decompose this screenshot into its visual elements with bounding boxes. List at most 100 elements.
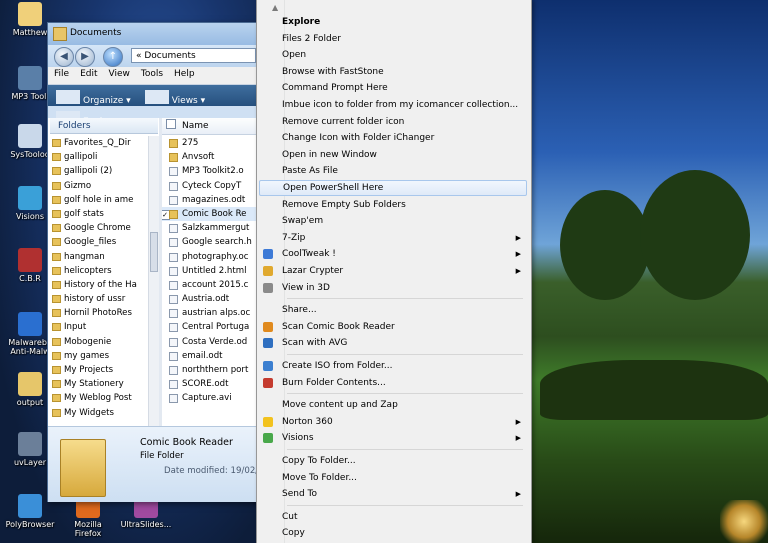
file-list-item[interactable]: norththern port <box>162 363 261 377</box>
menu-item-paste-as-file[interactable]: Paste As File <box>259 163 527 179</box>
folder-tree-item[interactable]: history of ussr <box>50 292 148 306</box>
menu-item-copy-to-folder[interactable]: Copy To Folder... <box>259 453 527 469</box>
file-list-item[interactable]: Costa Verde.od <box>162 335 261 349</box>
folder-tree-item[interactable]: History of the Ha <box>50 278 148 292</box>
file-list-item[interactable]: email.odt <box>162 349 261 363</box>
address-bar[interactable]: « Documents <box>131 48 256 63</box>
menu-item-change-icon-with-folder-ichanger[interactable]: Change Icon with Folder iChanger <box>259 130 527 146</box>
file-list-item[interactable]: Capture.avi <box>162 391 261 405</box>
folder-tree-item[interactable]: Google Chrome <box>50 221 148 235</box>
menu-item-explore[interactable]: Explore <box>259 14 527 30</box>
file-list-item[interactable]: magazines.odt <box>162 193 261 207</box>
folder-tree-item[interactable]: Gizmo <box>50 179 148 193</box>
file-name: Cyteck CopyT <box>182 180 242 191</box>
folder-tree-item[interactable]: Hornil PhotoRes <box>50 306 148 320</box>
menu-item-lazar-crypter[interactable]: Lazar Crypter ▶ <box>259 263 527 279</box>
folder-tree-item[interactable]: hangman <box>50 250 148 264</box>
folder-tree-item[interactable]: My Weblog Post <box>50 391 148 405</box>
menu-file[interactable]: File <box>48 67 74 79</box>
folder-icon <box>52 181 61 190</box>
file-list-item[interactable]: Salzkammergut <box>162 221 261 235</box>
folder-tree-item[interactable]: gallipoli <box>50 150 148 164</box>
menu-item-create-iso-from-folder[interactable]: Create ISO from Folder... <box>259 358 527 374</box>
menu-item-label: Open PowerShell Here <box>283 183 384 193</box>
explorer-window[interactable]: Documents ◀ ▶ ↑ « Documents File Edit View… <box>47 22 264 502</box>
file-list-item[interactable]: austrian alps.oc <box>162 306 261 320</box>
file-list-item[interactable]: Austria.odt <box>162 292 261 306</box>
file-list-item[interactable]: Cyteck CopyT <box>162 179 261 193</box>
menu-item-open-powershell-here[interactable]: Open PowerShell Here <box>259 180 527 196</box>
folder-tree-item[interactable]: gallipoli (2) <box>50 164 148 178</box>
folder-tree-item[interactable]: Favorites_Q_Dir <box>50 136 148 150</box>
folder-tree-item[interactable]: Google_files <box>50 235 148 249</box>
menu-item-files-2-folder[interactable]: Files 2 Folder <box>259 31 527 47</box>
menu-help[interactable]: Help <box>168 67 200 79</box>
menu-item-remove-current-folder-icon[interactable]: Remove current folder icon <box>259 114 527 130</box>
menu-item-send-to[interactable]: Send To ▶ <box>259 486 527 502</box>
folder-tree-item[interactable]: my games <box>50 349 148 363</box>
menu-item-norton-360[interactable]: Norton 360 ▶ <box>259 414 527 430</box>
menu-item-scan-comic-book-reader[interactable]: Scan Comic Book Reader <box>259 319 527 335</box>
menu-item-visions[interactable]: Visions ▶ <box>259 430 527 446</box>
menu-item-open-in-new-window[interactable]: Open in new Window <box>259 147 527 163</box>
file-list-item[interactable]: 275 <box>162 136 261 150</box>
file-name: Salzkammergut <box>182 223 250 234</box>
file-list-item[interactable]: Untitled 2.html <box>162 264 261 278</box>
folder-tree-scrollbar[interactable] <box>148 136 159 426</box>
wallpaper-sun <box>720 500 768 543</box>
menu-item-open[interactable]: Open <box>259 47 527 63</box>
menu-item-move-to-folder[interactable]: Move To Folder... <box>259 470 527 486</box>
file-list-item[interactable]: MP3 Toolkit2.o <box>162 164 261 178</box>
toolbar-button[interactable]: Organize ▾ <box>48 85 137 106</box>
menu-item-share[interactable]: Share... <box>259 302 527 318</box>
menu-item-copy[interactable]: Copy <box>259 525 527 541</box>
menu-item-icon <box>263 361 273 371</box>
menu-item-browse-with-faststone[interactable]: Browse with FastStone <box>259 64 527 80</box>
file-list-item[interactable]: photography.oc <box>162 250 261 264</box>
menu-item-scan-with-avg[interactable]: Scan with AVG <box>259 335 527 351</box>
file-list-item[interactable]: SCORE.odt <box>162 377 261 391</box>
select-all-checkbox[interactable] <box>166 119 176 129</box>
folder-tree-item[interactable]: golf hole in ame <box>50 193 148 207</box>
folders-header[interactable]: Folders <box>50 118 158 134</box>
folder-tree-item[interactable]: helicopters <box>50 264 148 278</box>
menu-item-imbue-icon-to-folder-from-my-icomancer-collection[interactable]: Imbue icon to folder from my icomancer c… <box>259 97 527 113</box>
file-icon <box>169 323 178 333</box>
file-list-item[interactable]: Central Portuga <box>162 320 261 334</box>
menu-item-view-in-3d[interactable]: View in 3D <box>259 280 527 296</box>
menu-item-label: Move To Folder... <box>282 472 357 483</box>
menu-view[interactable]: View <box>103 67 135 79</box>
folder-tree-item[interactable]: Input <box>50 320 148 334</box>
toolbar-button[interactable]: Views ▾ <box>137 85 211 106</box>
folder-tree-item[interactable]: golf stats <box>50 207 148 221</box>
menu-item-cut[interactable]: Cut <box>259 509 527 525</box>
menu-item-cooltweak[interactable]: CoolTweak ! ▶ <box>259 246 527 262</box>
menu-item-swap-em[interactable]: Swap'em <box>259 213 527 229</box>
file-list-item[interactable]: Google search.h <box>162 235 261 249</box>
scrollbar-thumb[interactable] <box>150 232 158 272</box>
name-column-header[interactable]: Name <box>162 118 261 135</box>
up-folder-button[interactable]: ↑ <box>103 47 123 67</box>
menu-item-remove-empty-sub-folders[interactable]: Remove Empty Sub Folders <box>259 197 527 213</box>
menu-item-7-zip[interactable]: 7-Zip ▶ <box>259 230 527 246</box>
menu-tools[interactable]: Tools <box>135 67 168 79</box>
menu-item-burn-folder-contents[interactable]: Burn Folder Contents... <box>259 375 527 391</box>
command-toolbar: Organize ▾Views ▾Explore <box>48 85 261 127</box>
file-list-item[interactable]: Anvsoft <box>162 150 261 164</box>
folder-tree-item[interactable]: Mobogenie <box>50 335 148 349</box>
back-button[interactable]: ◀ <box>54 47 74 67</box>
menu-item-move-content-up-and-zap[interactable]: Move content up and Zap <box>259 397 527 413</box>
scroll-up-arrow-icon[interactable]: ▲ <box>272 3 278 12</box>
menu-edit[interactable]: Edit <box>74 67 102 79</box>
folder-tree-item[interactable]: My Widgets <box>50 406 148 420</box>
menu-item-command-prompt-here[interactable]: Command Prompt Here <box>259 80 527 96</box>
file-list-item[interactable]: ✓ Comic Book Re <box>162 206 261 222</box>
desktop-icon-label: PolyBrowser <box>5 520 55 529</box>
file-name: Untitled 2.html <box>182 265 247 276</box>
folder-tree-item[interactable]: My Stationery <box>50 377 148 391</box>
forward-button[interactable]: ▶ <box>75 47 95 67</box>
file-list-item[interactable]: account 2015.c <box>162 278 261 292</box>
window-titlebar[interactable]: Documents <box>48 23 261 45</box>
file-icon <box>169 351 178 361</box>
folder-tree-item[interactable]: My Projects <box>50 363 148 377</box>
